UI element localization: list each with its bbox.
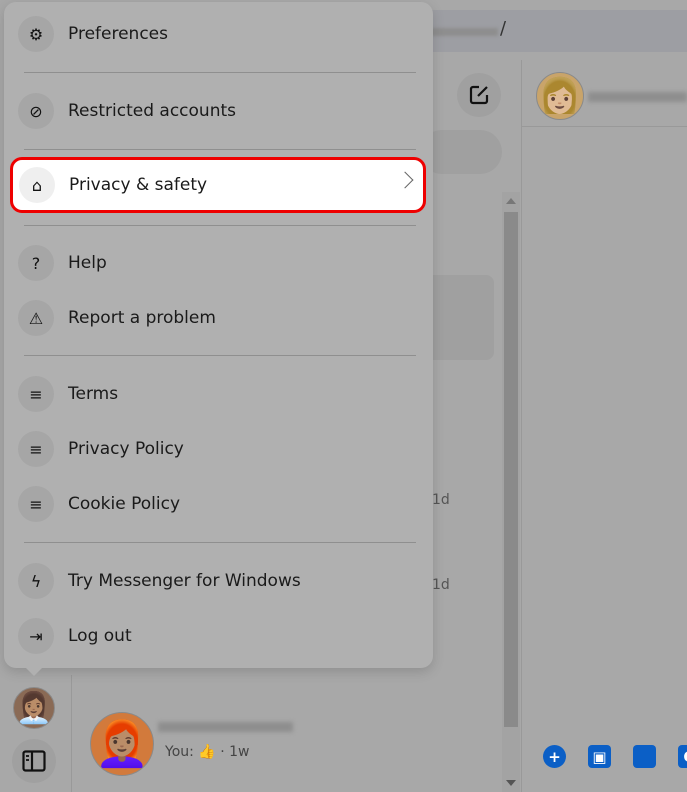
menu-item-report-problem[interactable]: ⚠ Report a problem	[12, 294, 425, 342]
preview-prefix: You:	[165, 744, 194, 760]
blurred-url	[430, 28, 498, 36]
compose-button[interactable]	[457, 73, 501, 117]
menu-item-try-messenger-windows[interactable]: ϟ Try Messenger for Windows	[12, 557, 425, 605]
lines-icon: ≡	[18, 486, 54, 522]
scroll-thumb[interactable]	[504, 212, 518, 727]
plus-icon[interactable]: +	[543, 745, 566, 768]
chevron-right-icon	[396, 171, 414, 189]
divider	[24, 149, 416, 150]
gif-icon[interactable]: G	[678, 745, 687, 768]
menu-item-preferences[interactable]: ⚙ Preferences	[12, 10, 425, 58]
restricted-icon: ⊘	[18, 93, 54, 129]
menu-item-label: Log out	[68, 626, 132, 646]
divider	[24, 355, 416, 356]
toggle-sidebar-button[interactable]	[12, 739, 56, 783]
scroll-down-arrow[interactable]	[506, 780, 516, 786]
menu-caret	[24, 666, 44, 676]
menu-item-label: Restricted accounts	[68, 101, 236, 121]
menu-item-cookie-policy[interactable]: ≡ Cookie Policy	[12, 480, 425, 528]
menu-item-label: Preferences	[68, 24, 168, 44]
menu-item-terms[interactable]: ≡ Terms	[12, 370, 425, 418]
sidebar-panel-icon	[22, 750, 46, 772]
like-icon: 👍	[198, 744, 216, 760]
warning-icon: ⚠	[18, 300, 54, 336]
chat-time: 1d	[432, 492, 450, 508]
house-lock-icon: ⌂	[19, 167, 55, 203]
header-divider	[522, 126, 687, 127]
pane-divider	[521, 60, 522, 792]
menu-item-label: Try Messenger for Windows	[68, 571, 301, 591]
logout-icon: ⇥	[18, 618, 54, 654]
menu-item-label: Terms	[68, 384, 119, 404]
menu-item-log-out[interactable]: ⇥ Log out	[12, 612, 425, 660]
chat-list-scrollbar[interactable]	[502, 192, 520, 792]
conversation-avatar[interactable]: 👩🏼	[536, 72, 584, 120]
chat-name-blurred	[158, 722, 293, 732]
divider	[24, 72, 416, 73]
compose-icon	[469, 85, 489, 105]
address-bar: /	[430, 10, 687, 52]
menu-item-label: Privacy Policy	[68, 439, 184, 459]
menu-item-help[interactable]: ? Help	[12, 239, 425, 287]
menu-item-restricted-accounts[interactable]: ⊘ Restricted accounts	[12, 87, 425, 135]
divider	[24, 225, 416, 226]
conversation-name-blurred	[588, 92, 687, 102]
menu-item-privacy-safety[interactable]: ⌂ Privacy & safety	[10, 157, 426, 213]
divider	[24, 542, 416, 543]
menu-item-label: Report a problem	[68, 308, 216, 328]
messenger-icon: ϟ	[18, 563, 54, 599]
composer-actions: + ▣ G	[543, 745, 687, 768]
chat-time: 1d	[432, 577, 450, 593]
sticker-icon[interactable]	[633, 745, 656, 768]
gear-icon: ⚙	[18, 16, 54, 52]
url-slash: /	[500, 18, 507, 39]
lines-icon: ≡	[18, 376, 54, 412]
chat-preview: You: 👍 · 1w	[165, 744, 249, 760]
image-icon[interactable]: ▣	[588, 745, 611, 768]
settings-menu: ⚙ Preferences ⊘ Restricted accounts ⌂ Priva…	[4, 2, 433, 668]
chat-avatar[interactable]: 👩🏽‍🦰	[90, 712, 154, 776]
question-icon: ?	[18, 245, 54, 281]
menu-item-privacy-policy[interactable]: ≡ Privacy Policy	[12, 425, 425, 473]
lines-icon: ≡	[18, 431, 54, 467]
menu-item-label: Help	[68, 253, 107, 273]
menu-item-label: Cookie Policy	[68, 494, 181, 514]
preview-time: · 1w	[220, 744, 250, 760]
profile-avatar[interactable]: 👩🏽‍💼	[13, 687, 55, 729]
scroll-up-arrow[interactable]	[506, 198, 516, 204]
menu-item-label: Privacy & safety	[69, 175, 208, 195]
